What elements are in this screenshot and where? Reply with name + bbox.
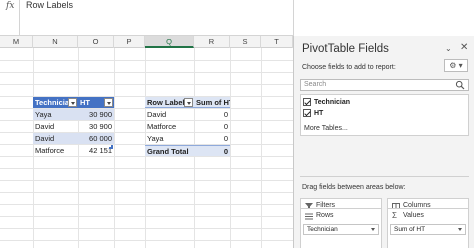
rows-area[interactable]: Rows Technician bbox=[300, 208, 382, 248]
field-label: Technician bbox=[314, 98, 351, 106]
table-header-technician[interactable]: Technician bbox=[33, 97, 78, 108]
pivot-value[interactable]: 0 bbox=[194, 121, 230, 132]
fx-icon[interactable]: fx bbox=[6, 1, 18, 11]
table-resize-handle[interactable] bbox=[109, 145, 113, 149]
search-icon[interactable] bbox=[455, 80, 465, 90]
field-item-technician[interactable]: Technician bbox=[303, 97, 350, 107]
filter-dropdown-icon[interactable] bbox=[68, 98, 77, 107]
chevron-down-icon[interactable] bbox=[458, 228, 462, 231]
column-header-m[interactable]: M bbox=[0, 36, 33, 48]
values-field-pill[interactable]: Sum of HT bbox=[390, 224, 466, 235]
values-area[interactable]: Σ Values Sum of HT bbox=[387, 208, 469, 248]
filter-dropdown-icon[interactable] bbox=[104, 98, 113, 107]
drag-fields-label: Drag fields between areas below: bbox=[302, 184, 406, 191]
pivot-header-sum-of-ht[interactable]: Sum of HT bbox=[194, 97, 230, 108]
formula-bar-divider bbox=[19, 0, 20, 36]
pivot-header-row-labels[interactable]: Row Labels bbox=[145, 97, 194, 108]
table-cell[interactable]: 60 000 bbox=[78, 133, 114, 144]
values-area-title: Values bbox=[403, 212, 424, 219]
chevron-down-icon[interactable] bbox=[371, 228, 375, 231]
field-label: HT bbox=[314, 109, 324, 117]
table-header-ht[interactable]: HT bbox=[78, 97, 114, 108]
pane-top-strip bbox=[293, 0, 474, 36]
tools-button[interactable]: ⚙ ▾ bbox=[444, 59, 468, 72]
search-placeholder: Search bbox=[304, 81, 327, 88]
rows-field-pill[interactable]: Technician bbox=[303, 224, 379, 235]
checkbox-checked[interactable] bbox=[303, 109, 311, 117]
column-header-q[interactable]: Q bbox=[145, 36, 194, 48]
pivot-grand-total-value[interactable]: 0 bbox=[194, 145, 230, 156]
column-header-t[interactable]: T bbox=[261, 36, 293, 48]
column-header-r[interactable]: R bbox=[194, 36, 230, 48]
pivot-value[interactable]: 0 bbox=[194, 133, 230, 144]
checkbox-checked[interactable] bbox=[303, 98, 311, 106]
column-header-s[interactable]: S bbox=[230, 36, 261, 48]
formula-bar[interactable]: fx Row Labels bbox=[0, 0, 293, 36]
pivot-value[interactable]: 0 bbox=[194, 109, 230, 120]
close-icon[interactable]: ✕ bbox=[460, 42, 468, 53]
chevron-down-icon[interactable]: ⌄ bbox=[445, 44, 452, 53]
column-header-o[interactable]: O bbox=[78, 36, 114, 48]
more-tables-link[interactable]: More Tables... bbox=[304, 125, 348, 132]
worksheet-grid[interactable]: Technician HT Yaya 30 900 David 30 900 D… bbox=[0, 48, 293, 248]
filter-dropdown-icon[interactable] bbox=[184, 98, 193, 107]
rows-icon bbox=[305, 213, 313, 220]
field-item-ht[interactable]: HT bbox=[303, 108, 323, 118]
column-header-row: M N O P Q R S T bbox=[0, 36, 293, 48]
table-cell[interactable]: Yaya bbox=[33, 109, 78, 120]
column-header-n[interactable]: N bbox=[33, 36, 78, 48]
column-header-p[interactable]: P bbox=[114, 36, 145, 48]
table-cell[interactable]: 30 900 bbox=[78, 121, 114, 132]
pivot-row-label[interactable]: David bbox=[145, 109, 194, 120]
pane-title: PivotTable Fields bbox=[302, 43, 389, 55]
pivot-grand-total-label[interactable]: Grand Total bbox=[145, 145, 194, 156]
choose-fields-label: Choose fields to add to report: bbox=[302, 64, 396, 71]
pivot-row-label[interactable]: Matforce bbox=[145, 121, 194, 132]
pivottable-fields-pane: PivotTable Fields ⌄ ✕ Choose fields to a… bbox=[293, 36, 474, 248]
table-cell[interactable]: 30 900 bbox=[78, 109, 114, 120]
field-list: Technician HT More Tables... bbox=[300, 94, 469, 136]
gear-icon: ⚙ ▾ bbox=[449, 61, 463, 70]
table-cell[interactable]: David bbox=[33, 133, 78, 144]
rows-area-title: Rows bbox=[316, 212, 334, 219]
pane-divider bbox=[300, 176, 469, 177]
pivot-row-label[interactable]: Yaya bbox=[145, 133, 194, 144]
sigma-icon: Σ bbox=[392, 211, 397, 220]
formula-content[interactable]: Row Labels bbox=[26, 0, 73, 11]
search-input[interactable]: Search bbox=[300, 79, 469, 91]
table-cell[interactable]: Matforce bbox=[33, 145, 78, 156]
table-cell[interactable]: David bbox=[33, 121, 78, 132]
